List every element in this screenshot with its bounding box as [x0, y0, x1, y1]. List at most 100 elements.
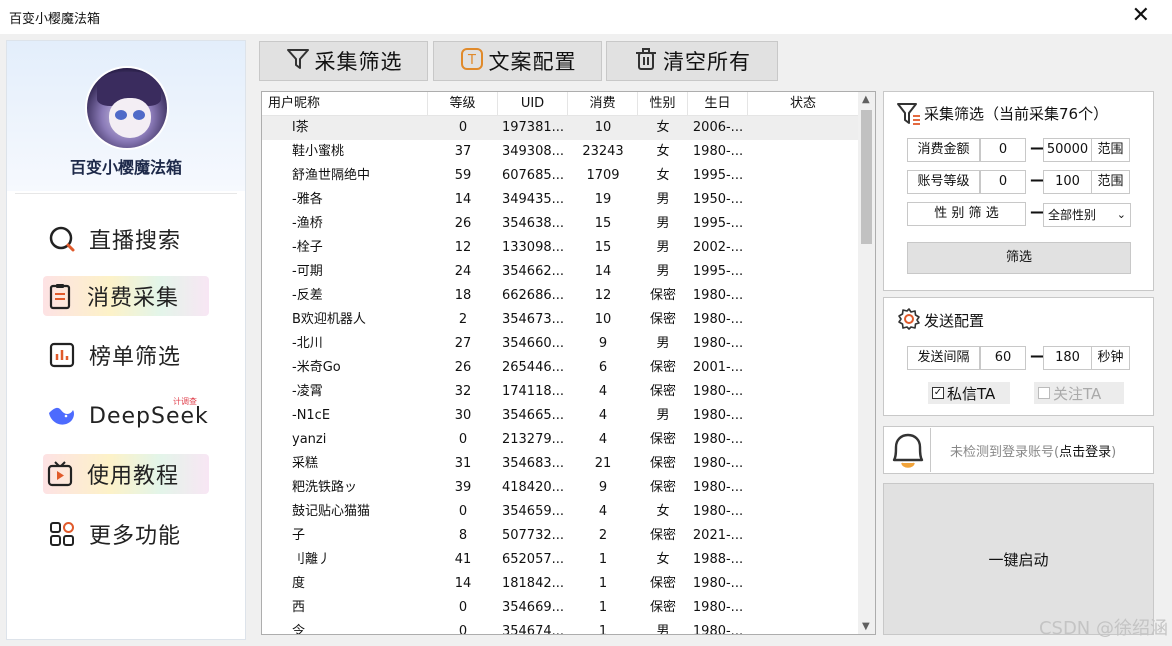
sidebar-item-deepseek[interactable]: DeepSeek 计调查 [45, 396, 235, 436]
level-max-input[interactable]: 100 [1043, 170, 1092, 194]
cell-level: 39 [454, 480, 472, 495]
cell-uid: 174118... [501, 384, 565, 399]
column-header-gender[interactable]: 性别 [638, 92, 688, 116]
scroll-thumb[interactable] [861, 110, 872, 244]
column-header-birthday[interactable]: 生日 [688, 92, 748, 116]
cell-gender: 男 [656, 192, 670, 207]
cell-spend: 4 [598, 384, 608, 399]
cell-status [748, 188, 858, 212]
table-row[interactable]: 鼓记贴心猫猫 0 354659... 4 女 1980-... [262, 500, 858, 524]
cell-birthday: 2021-... [692, 528, 744, 543]
cell-gender: 保密 [649, 576, 676, 591]
login-status-panel[interactable]: 未检测到登录账号(点击登录) [883, 426, 1154, 474]
cell-uid: 652057... [501, 552, 565, 567]
table-row[interactable]: B欢迎机器人 2 354673... 10 保密 1980-... [262, 308, 858, 332]
level-min-input[interactable]: 0 [980, 170, 1026, 194]
filter-panel: 采集筛选（当前采集76个） 消费金额 0 — 50000 范围 账号等级 0 —… [883, 91, 1154, 291]
cell-spend: 4 [598, 408, 608, 423]
column-header-level[interactable]: 等级 [428, 92, 498, 116]
cell-uid: 418420... [501, 480, 565, 495]
copy-config-button[interactable]: T 文案配置 [433, 41, 602, 81]
sidebar-item-live-search[interactable]: 直播搜索 [45, 219, 235, 259]
table-row[interactable]: 舒渔世隔绝中 59 607685... 1709 女 1995-... [262, 164, 858, 188]
table-row[interactable]: 鞋小蜜桃 37 349308... 23243 女 1980-... [262, 140, 858, 164]
watermark: CSDN @徐绍涵 [1038, 618, 1168, 639]
table-row[interactable]: 刂離丿 41 652057... 1 女 1988-... [262, 548, 858, 572]
cell-uid: 354674... [501, 624, 565, 635]
cell-status [748, 284, 858, 308]
level-range-button[interactable]: 范围 [1091, 170, 1130, 194]
cell-spend: 6 [598, 360, 608, 375]
table-row[interactable]: -反差 18 662686... 12 保密 1980-... [262, 284, 858, 308]
table-row[interactable]: -雅各 14 349435... 19 男 1950-... [262, 188, 858, 212]
table-row[interactable]: l茶 0 197381... 10 女 2006-... [262, 116, 858, 140]
table-row[interactable]: -北川 27 354660... 9 男 1980-... [262, 332, 858, 356]
column-header-nickname[interactable]: 用户昵称 [262, 92, 428, 116]
bell-icon [885, 428, 931, 472]
interval-min-input[interactable]: 60 [980, 346, 1026, 370]
sidebar-item-spend-collect[interactable]: 消费采集 [43, 276, 209, 316]
table-row[interactable]: 采糕 31 354683... 21 保密 1980-... [262, 452, 858, 476]
cell-status [748, 116, 858, 140]
table-row[interactable]: 粑洗铁路ッ 39 418420... 9 保密 1980-... [262, 476, 858, 500]
whale-icon [45, 399, 79, 433]
table-row[interactable]: -米奇Go 26 265446... 6 保密 2001-... [262, 356, 858, 380]
spend-range-button[interactable]: 范围 [1091, 138, 1130, 162]
sidebar-item-label: DeepSeek [89, 403, 209, 429]
cell-gender: 女 [656, 504, 670, 519]
table-row[interactable]: -渔桥 26 354638... 15 男 1995-... [262, 212, 858, 236]
search-icon [45, 222, 79, 256]
cell-spend: 19 [594, 192, 612, 207]
follow-checkbox[interactable]: 关注TA [1034, 382, 1124, 404]
cell-uid: 354660... [501, 336, 565, 351]
gender-select[interactable]: 全部性别 ⌄ [1043, 203, 1131, 227]
cell-nickname: -N1cE [292, 408, 331, 423]
cell-spend: 9 [598, 336, 608, 351]
cell-birthday: 1980-... [692, 336, 744, 351]
cell-spend: 9 [598, 480, 608, 495]
cell-uid: 354669... [501, 600, 565, 615]
cell-uid: 607685... [501, 168, 565, 183]
scroll-up-icon[interactable]: ▲ [862, 94, 870, 105]
cell-uid: 354659... [501, 504, 565, 519]
column-header-uid[interactable]: UID [498, 92, 568, 116]
cell-status [748, 428, 858, 452]
cell-nickname: -反差 [292, 288, 323, 303]
cell-gender: 男 [656, 240, 670, 255]
cell-gender: 保密 [649, 360, 676, 375]
sidebar-divider [15, 193, 237, 194]
filter-collect-button[interactable]: 采集筛选 [259, 41, 428, 81]
user-table[interactable]: 用户昵称 等级 UID 消费 性别 生日 状态 l茶 0 197381... 10 女 2… [261, 91, 876, 635]
table-row[interactable]: -凌霄 32 174118... 4 保密 1980-... [262, 380, 858, 404]
cell-status [748, 260, 858, 284]
table-row[interactable]: -N1cE 30 354665... 4 男 1980-... [262, 404, 858, 428]
sidebar-item-rank-filter[interactable]: 榜单筛选 [45, 335, 235, 375]
private-message-checkbox[interactable]: ✓ 私信TA [928, 382, 1010, 404]
table-row[interactable]: yanzi 0 213279... 4 保密 1980-... [262, 428, 858, 452]
table-row[interactable]: -栓子 12 133098... 15 男 2002-... [262, 236, 858, 260]
table-row[interactable]: 度 14 181842... 1 保密 1980-... [262, 572, 858, 596]
login-link[interactable]: 点击登录 [1059, 445, 1111, 460]
filter-button[interactable]: 筛选 [907, 242, 1131, 274]
close-icon[interactable]: ✕ [1132, 3, 1150, 29]
interval-max-input[interactable]: 180 [1043, 346, 1092, 370]
table-row[interactable]: 令 0 354674... 1 男 1980-... [262, 620, 858, 635]
sidebar-item-tutorial[interactable]: 使用教程 [43, 454, 209, 494]
cell-spend: 10 [594, 312, 612, 327]
spend-min-input[interactable]: 0 [980, 138, 1026, 162]
table-row[interactable]: -可期 24 354662... 14 男 1995-... [262, 260, 858, 284]
column-header-spend[interactable]: 消费 [568, 92, 638, 116]
scroll-down-icon[interactable]: ▼ [862, 621, 870, 632]
cell-spend: 15 [594, 240, 612, 255]
one-click-start-button[interactable]: 一键启动 [883, 483, 1154, 635]
cell-gender: 男 [656, 624, 670, 635]
spend-max-input[interactable]: 50000 [1043, 138, 1092, 162]
sidebar-item-more[interactable]: 更多功能 [45, 514, 235, 554]
column-header-status[interactable]: 状态 [748, 92, 858, 116]
chevron-down-icon: ⌄ [1116, 208, 1126, 221]
text-icon: T [459, 46, 485, 76]
table-scrollbar[interactable]: ▲ ▼ [858, 92, 875, 634]
table-row[interactable]: 子 8 507732... 2 保密 2021-... [262, 524, 858, 548]
table-row[interactable]: 西 0 354669... 1 保密 1980-... [262, 596, 858, 620]
clear-all-button[interactable]: 清空所有 [606, 41, 778, 81]
